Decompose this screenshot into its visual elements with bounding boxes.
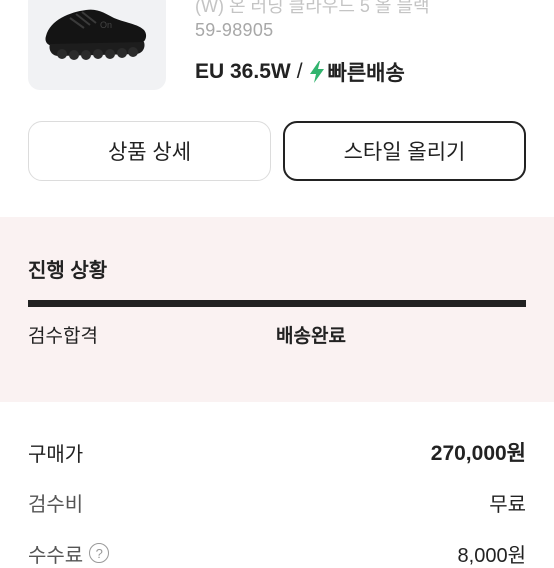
inspection-fee-label: 검수비 (28, 493, 84, 516)
fast-shipping-label: 빠른배송 (327, 62, 405, 85)
purchase-price-value: 270,000원 (430, 442, 526, 465)
commission-label-wrap: 수수료 ? (28, 539, 110, 568)
step-inspection-passed: 검수합격 (28, 326, 98, 347)
inspection-fee-value: 무료 (489, 493, 526, 516)
sneaker-image: On (45, 9, 147, 60)
svg-text:On: On (100, 20, 112, 30)
product-size: EU 36.5W (195, 60, 291, 83)
product-code: 59-98905 (195, 20, 274, 40)
product-thumbnail[interactable]: On (28, 0, 166, 90)
progress-bar (28, 300, 526, 307)
progress-panel: 진행 상황 검수합격 배송완료 (0, 217, 554, 402)
inspection-fee-row: 검수비 무료 (28, 487, 526, 517)
commission-row: 수수료 ? 8,000원 (28, 538, 526, 568)
commission-value: 8,000원 (457, 544, 526, 567)
commission-label: 수수료 (28, 544, 84, 567)
post-style-button[interactable]: 스타일 올리기 (283, 121, 526, 181)
purchase-price-row: 구매가 270,000원 (28, 437, 526, 467)
product-detail-button[interactable]: 상품 상세 (28, 121, 271, 181)
purchase-price-label: 구매가 (28, 443, 84, 466)
help-icon[interactable]: ? (89, 543, 110, 563)
size-shipping-line: EU 36.5W / 빠른배송 (195, 58, 405, 86)
progress-title: 진행 상황 (28, 260, 108, 282)
step-delivered: 배송완료 (276, 326, 346, 347)
lightning-bolt-icon (309, 61, 325, 83)
product-name: (W) 온 러닝 클라우드 5 올 블랙 (195, 0, 430, 16)
separator: / (296, 60, 303, 83)
